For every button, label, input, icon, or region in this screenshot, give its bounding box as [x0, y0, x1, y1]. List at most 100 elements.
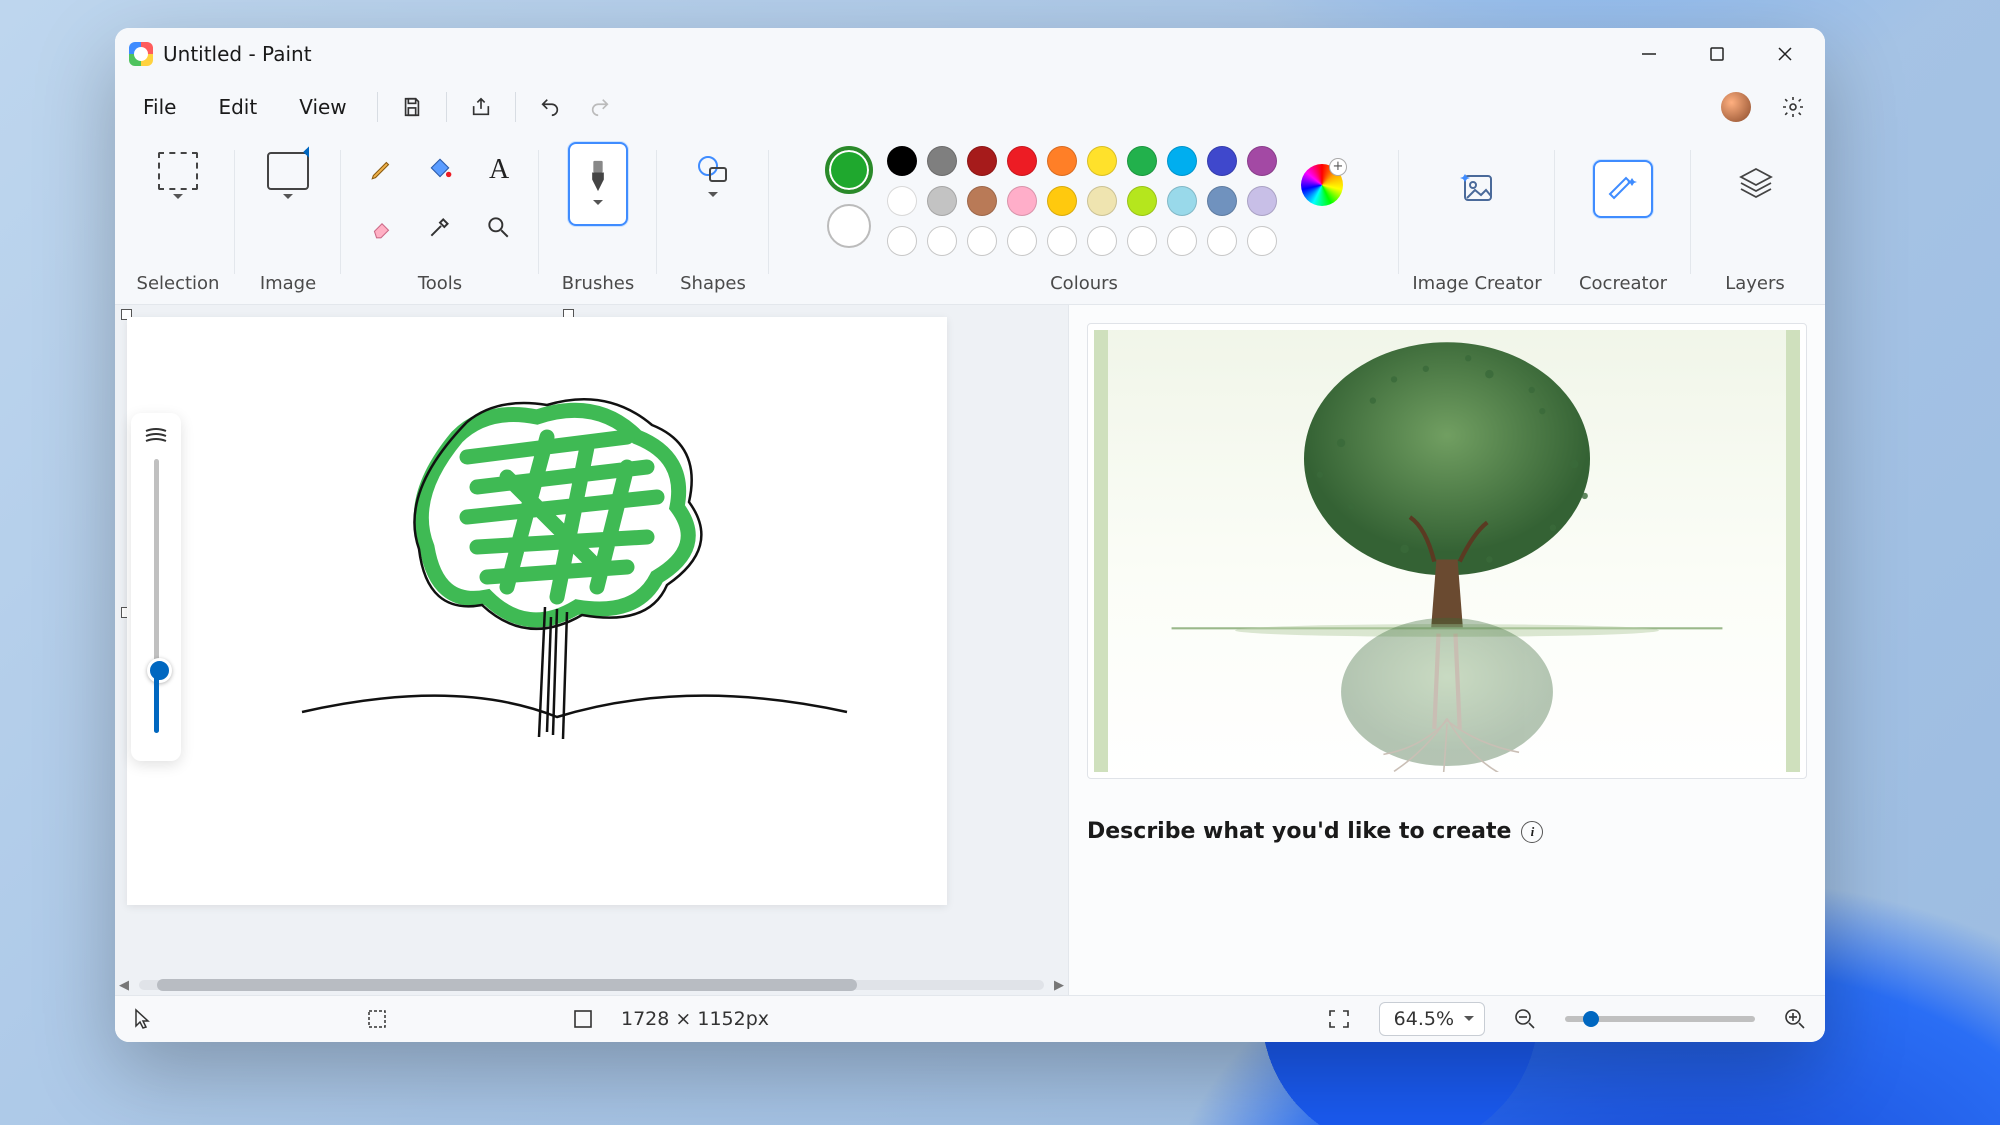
maximize-button[interactable]	[1683, 28, 1751, 80]
drawing-canvas[interactable]	[127, 317, 947, 905]
scroll-left-arrow[interactable]: ◀	[115, 978, 133, 993]
custom-colour-slot[interactable]	[1007, 226, 1037, 256]
colour-swatch[interactable]	[1127, 186, 1157, 216]
zoom-out-button[interactable]	[1513, 1007, 1537, 1031]
zoom-in-button[interactable]	[1783, 1007, 1807, 1031]
colour-swatch[interactable]	[927, 146, 957, 176]
canvas-size-icon	[573, 1009, 593, 1029]
colour-swatch[interactable]	[887, 146, 917, 176]
info-icon[interactable]: i	[1521, 821, 1543, 843]
colour-swatch[interactable]	[1167, 146, 1197, 176]
custom-colour-slot[interactable]	[1047, 226, 1077, 256]
minimize-button[interactable]	[1615, 28, 1683, 80]
undo-button[interactable]	[526, 86, 574, 128]
colour-swatch[interactable]	[1007, 186, 1037, 216]
custom-colour-slot[interactable]	[1167, 226, 1197, 256]
redo-button[interactable]	[576, 86, 624, 128]
colour-1-swatch[interactable]	[825, 146, 873, 194]
save-button[interactable]	[388, 86, 436, 128]
cocreator-prompt-row: Describe what you'd like to create i	[1087, 819, 1807, 844]
colour-swatch[interactable]	[967, 186, 997, 216]
brush-tool[interactable]	[568, 142, 628, 226]
menu-view[interactable]: View	[279, 87, 366, 127]
ribbon-label-cocreator: Cocreator	[1579, 273, 1667, 294]
menubar: File Edit View	[115, 80, 1825, 134]
layers-button[interactable]	[1737, 166, 1773, 196]
share-button[interactable]	[457, 86, 505, 128]
horizontal-scrollbar[interactable]: ◀ ▶	[115, 975, 1068, 995]
window-title: Untitled - Paint	[163, 42, 312, 66]
colour-swatch[interactable]	[1047, 186, 1077, 216]
fill-tool[interactable]	[417, 146, 463, 192]
colour-palette	[887, 146, 1281, 260]
ribbon-group-layers: Layers	[1691, 134, 1819, 304]
colour-swatch[interactable]	[1247, 186, 1277, 216]
zoom-level-value: 64.5%	[1394, 1008, 1454, 1030]
ribbon-group-selection: Selection	[121, 134, 235, 304]
cocreator-prompt-label: Describe what you'd like to create	[1087, 819, 1511, 844]
ribbon-group-colours: Colours	[769, 134, 1399, 304]
shapes-tool[interactable]	[688, 142, 738, 214]
canvas-drawing	[127, 317, 947, 905]
shapes-icon	[696, 154, 730, 184]
chevron-down-icon	[283, 194, 293, 204]
ribbon-group-tools: A Tools	[341, 134, 539, 304]
custom-colour-slot[interactable]	[967, 226, 997, 256]
colour-swatch[interactable]	[1047, 146, 1077, 176]
menu-edit[interactable]: Edit	[198, 87, 277, 127]
custom-colour-slot[interactable]	[1127, 226, 1157, 256]
ribbon-label-brushes: Brushes	[562, 273, 634, 294]
brush-size-slider[interactable]	[154, 459, 159, 733]
zoom-slider[interactable]	[1565, 1016, 1755, 1022]
cocreator-preview[interactable]	[1087, 323, 1807, 779]
cocreator-button[interactable]	[1593, 160, 1653, 218]
scroll-right-arrow[interactable]: ▶	[1050, 978, 1068, 993]
magnifier-tool[interactable]	[475, 204, 521, 250]
zoom-slider-thumb[interactable]	[1583, 1011, 1599, 1027]
brush-size-slider-panel	[131, 413, 181, 761]
custom-colour-slot[interactable]	[887, 226, 917, 256]
custom-colour-slot[interactable]	[1087, 226, 1117, 256]
scrollbar-thumb[interactable]	[157, 979, 857, 991]
settings-button[interactable]	[1769, 86, 1817, 128]
fit-screen-icon[interactable]	[1327, 1008, 1351, 1030]
colour-swatch[interactable]	[1167, 186, 1197, 216]
colour-swatch[interactable]	[1207, 186, 1237, 216]
zoom-level-dropdown[interactable]: 64.5%	[1379, 1002, 1485, 1036]
close-button[interactable]	[1751, 28, 1819, 80]
colour-swatch[interactable]	[967, 146, 997, 176]
pencil-tool[interactable]	[359, 146, 405, 192]
text-tool[interactable]: A	[475, 146, 521, 192]
custom-colour-slot[interactable]	[1207, 226, 1237, 256]
colour-swatch[interactable]	[887, 186, 917, 216]
app-window: Untitled - Paint File Edit View Selectio…	[115, 28, 1825, 1042]
colour-2-swatch[interactable]	[827, 204, 871, 248]
colour-swatch[interactable]	[1007, 146, 1037, 176]
brush-texture-icon	[144, 427, 168, 445]
edit-colours-button[interactable]	[1301, 164, 1343, 206]
colour-swatch[interactable]	[927, 186, 957, 216]
menu-file[interactable]: File	[123, 87, 196, 127]
slider-thumb[interactable]	[147, 658, 172, 683]
eraser-tool[interactable]	[359, 204, 405, 250]
ribbon-label-image-creator: Image Creator	[1412, 273, 1541, 294]
colour-swatch[interactable]	[1127, 146, 1157, 176]
colour-swatch[interactable]	[1087, 146, 1117, 176]
colour-swatch[interactable]	[1247, 146, 1277, 176]
ribbon-label-selection: Selection	[137, 273, 220, 294]
custom-colour-slot[interactable]	[927, 226, 957, 256]
separator	[515, 92, 516, 122]
chevron-down-icon	[173, 194, 183, 204]
image-creator-button[interactable]	[1449, 160, 1505, 214]
ribbon-label-image: Image	[260, 273, 316, 294]
colour-swatch[interactable]	[1207, 146, 1237, 176]
eyedropper-tool[interactable]	[417, 204, 463, 250]
canvas-size-value: 1728 × 1152px	[621, 1008, 769, 1030]
image-tool[interactable]	[260, 142, 316, 214]
custom-colour-slot[interactable]	[1247, 226, 1277, 256]
user-avatar[interactable]	[1721, 92, 1751, 122]
paint-app-icon	[129, 42, 153, 66]
selection-tool[interactable]	[150, 142, 206, 214]
colour-swatch[interactable]	[1087, 186, 1117, 216]
cocreator-icon	[1606, 172, 1640, 206]
